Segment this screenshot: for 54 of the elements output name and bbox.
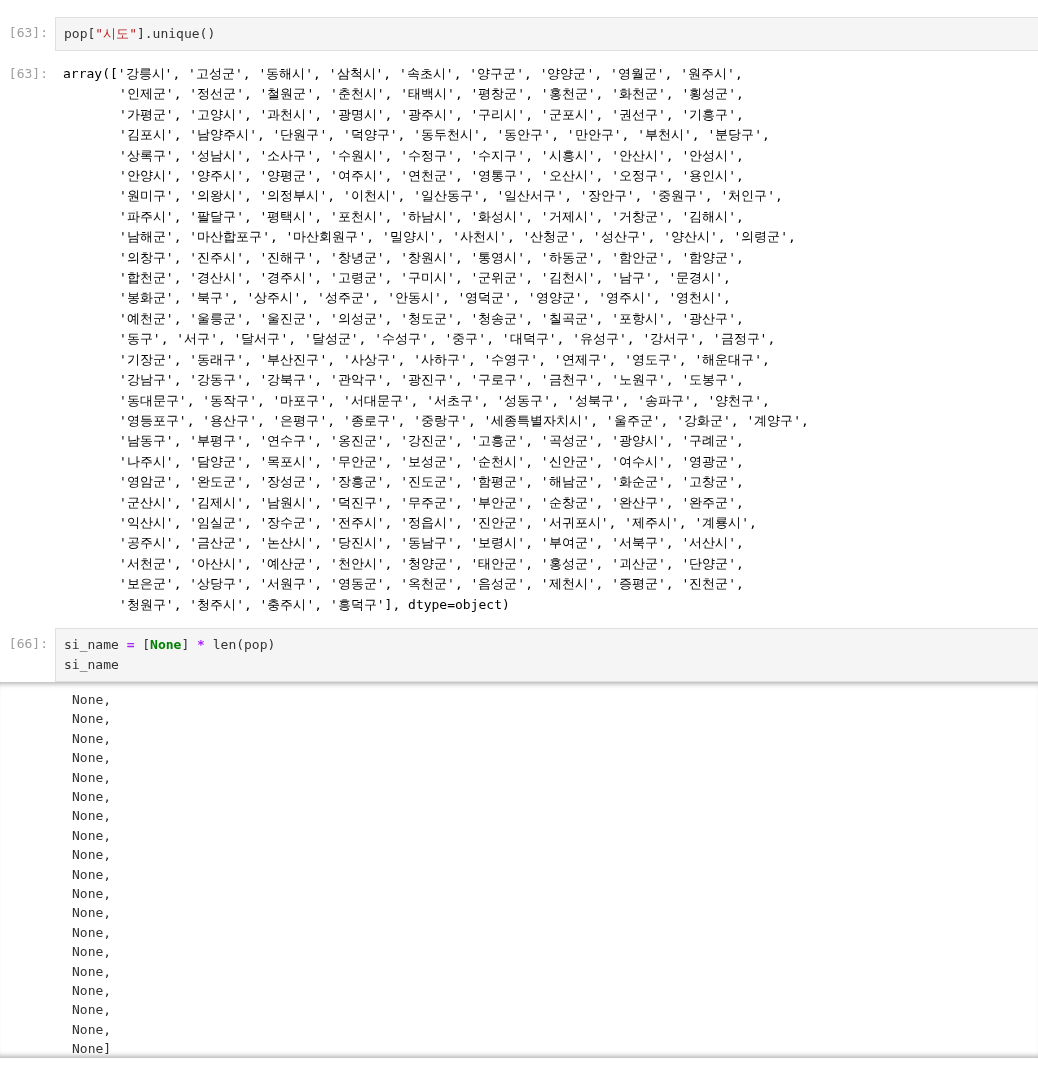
output-line: '공주시', '금산군', '논산시', '당진시', '동남구', '보령시', '부여군', '서북구', '서산시', [119, 534, 745, 553]
output-line: '안양시', '양주시', '양평군', '여주시', '연천군', '영통구', '오산시', '오정구', '용인시', [119, 167, 745, 186]
output-line: '상록구', '성남시', '소사구', '수원시', '수정구', '수지구', '시흥시', '안산시', '안성시', [119, 146, 745, 165]
output-line: '합천군', '경산시', '경주시', '고령군', '구미시', '군위군', '김천시', '남구', '문경시', [119, 269, 732, 288]
output-line: '동대문구', '동작구', '마포구', '서대문구', '서초구', '성동구', '성북구', '송파구', '양천구', [119, 391, 771, 410]
input-prompt: [63]: [7, 24, 49, 42]
output-line: '강남구', '강동구', '강북구', '관악구', '광진구', '구로구', '금천구', '노원구', '도봉구', [119, 371, 745, 390]
output-line: '익산시', '임실군', '장수군', '전주시', '정읍시', '진안군', '서귀포시', '제주시', '계룡시', [119, 513, 758, 532]
code-line: si_name [64, 655, 120, 674]
output-line: None, [72, 923, 113, 942]
output-line: None, [72, 846, 113, 865]
output-line: '원미구', '의왕시', '의정부시', '이천시', '일산동구', '일산서구', '장안구', '중원구', '처인구', [119, 187, 784, 206]
output-line: None, [72, 904, 113, 923]
output-line: '김포시', '남양주시', '단원구', '덕양구', '동두천시', '동안구', '만안구', '부천시', '분당구', [119, 126, 771, 145]
output-line: None, [72, 1020, 113, 1039]
output-line: array(['강릉시', '고성군', '동해시', '삼척시', '속초시', '양구군', '양양군', '영월군', '원주시', [63, 65, 744, 83]
code-line: si_name = [None] * len(pop) [64, 635, 277, 654]
output-line: None, [72, 982, 113, 1001]
code-input-cell[interactable]: pop["시도"].unique() [55, 17, 1038, 51]
output-line: None, [72, 807, 113, 826]
output-line: '영암군', '완도군', '장성군', '장흥군', '진도군', '함평군', '해남군', '화순군', '고창군', [119, 473, 745, 492]
output-line: None, [72, 1001, 113, 1020]
output-line: '청원구', '청주시', '충주시', '흥덕구'], dtype=object) [119, 595, 511, 614]
output-line: '동구', '서구', '달서구', '달성군', '수성구', '중구', '대덕구', '유성구', '강서구', '금정구', [119, 330, 777, 349]
output-line: None, [72, 729, 113, 748]
output-line: '나주시', '담양군', '목포시', '무안군', '보성군', '순천시', '신안군', '여수시', '영광군', [119, 452, 745, 471]
output-line: None, [72, 768, 113, 787]
output-line: '보은군', '상당구', '서원구', '영동군', '옥천군', '음성군', '제천시', '증평군', '진천군', [119, 575, 745, 594]
output-line: '남동구', '부평구', '연수구', '옹진군', '강진군', '고흥군', '곡성군', '광양시', '구례군', [119, 432, 745, 451]
output-line: None, [72, 865, 113, 884]
output-line: '영등포구', '용산구', '은평구', '종로구', '중랑구', '세종특별자치시', '울주군', '강화군', '계양구', [119, 411, 810, 430]
output-line: '서천군', '아산시', '예산군', '천안시', '청양군', '태안군', '홍성군', '괴산군', '단양군', [119, 554, 745, 573]
output-line: None, [72, 826, 113, 845]
output-line: '남해군', '마산합포구', '마산회원구', '밀양시', '사천시', '산청군', '성산구', '양산시', '의령군', [119, 228, 797, 247]
output-line: '군산시', '김제시', '남원시', '덕진구', '무주군', '부안군', '순창군', '완산구', '완주군', [119, 493, 745, 512]
output-line: '예천군', '울릉군', '울진군', '의성군', '청도군', '청송군', '칠곡군', '포항시', '광산구', [119, 309, 745, 328]
output-line: None, [72, 962, 113, 981]
output-line: None, [72, 749, 113, 768]
code-input-cell[interactable]: si_name = [None] * len(pop) si_name [55, 627, 1038, 682]
output-line: '기장군', '동래구', '부산진구', '사상구', '사하구', '수영구', '연제구', '영도구', '해운대구', [119, 350, 771, 369]
output-line: '파주시', '팔달구', '평택시', '포천시', '하남시', '화성시', '거제시', '거창군', '김해시', [119, 207, 745, 226]
output-line: None, [72, 710, 113, 729]
input-prompt: [66]: [7, 634, 49, 653]
output-line: '인제군', '정선군', '철원군', '춘천시', '태백시', '평창군', '홍천군', '화천군', '횡성군', [119, 85, 745, 104]
output-line: None, [72, 885, 113, 904]
output-line: None, [72, 690, 113, 709]
output-line: None, [72, 943, 113, 962]
output-line: None] [72, 1040, 113, 1058]
output-line: '의창구', '진주시', '진해구', '창녕군', '창원시', '통영시', '하동군', '함안군', '함양군', [119, 248, 745, 267]
output-line: '가평군', '고양시', '과천시', '광명시', '광주시', '구리시', '군포시', '권선구', '기흥구', [119, 105, 745, 124]
output-line: '봉화군', '북구', '상주시', '성주군', '안동시', '영덕군', '영양군', '영주시', '영천시', [119, 289, 732, 308]
output-prompt: [63]: [7, 65, 49, 83]
code-line: pop["시도"].unique() [64, 25, 217, 43]
output-line: None, [72, 788, 113, 806]
